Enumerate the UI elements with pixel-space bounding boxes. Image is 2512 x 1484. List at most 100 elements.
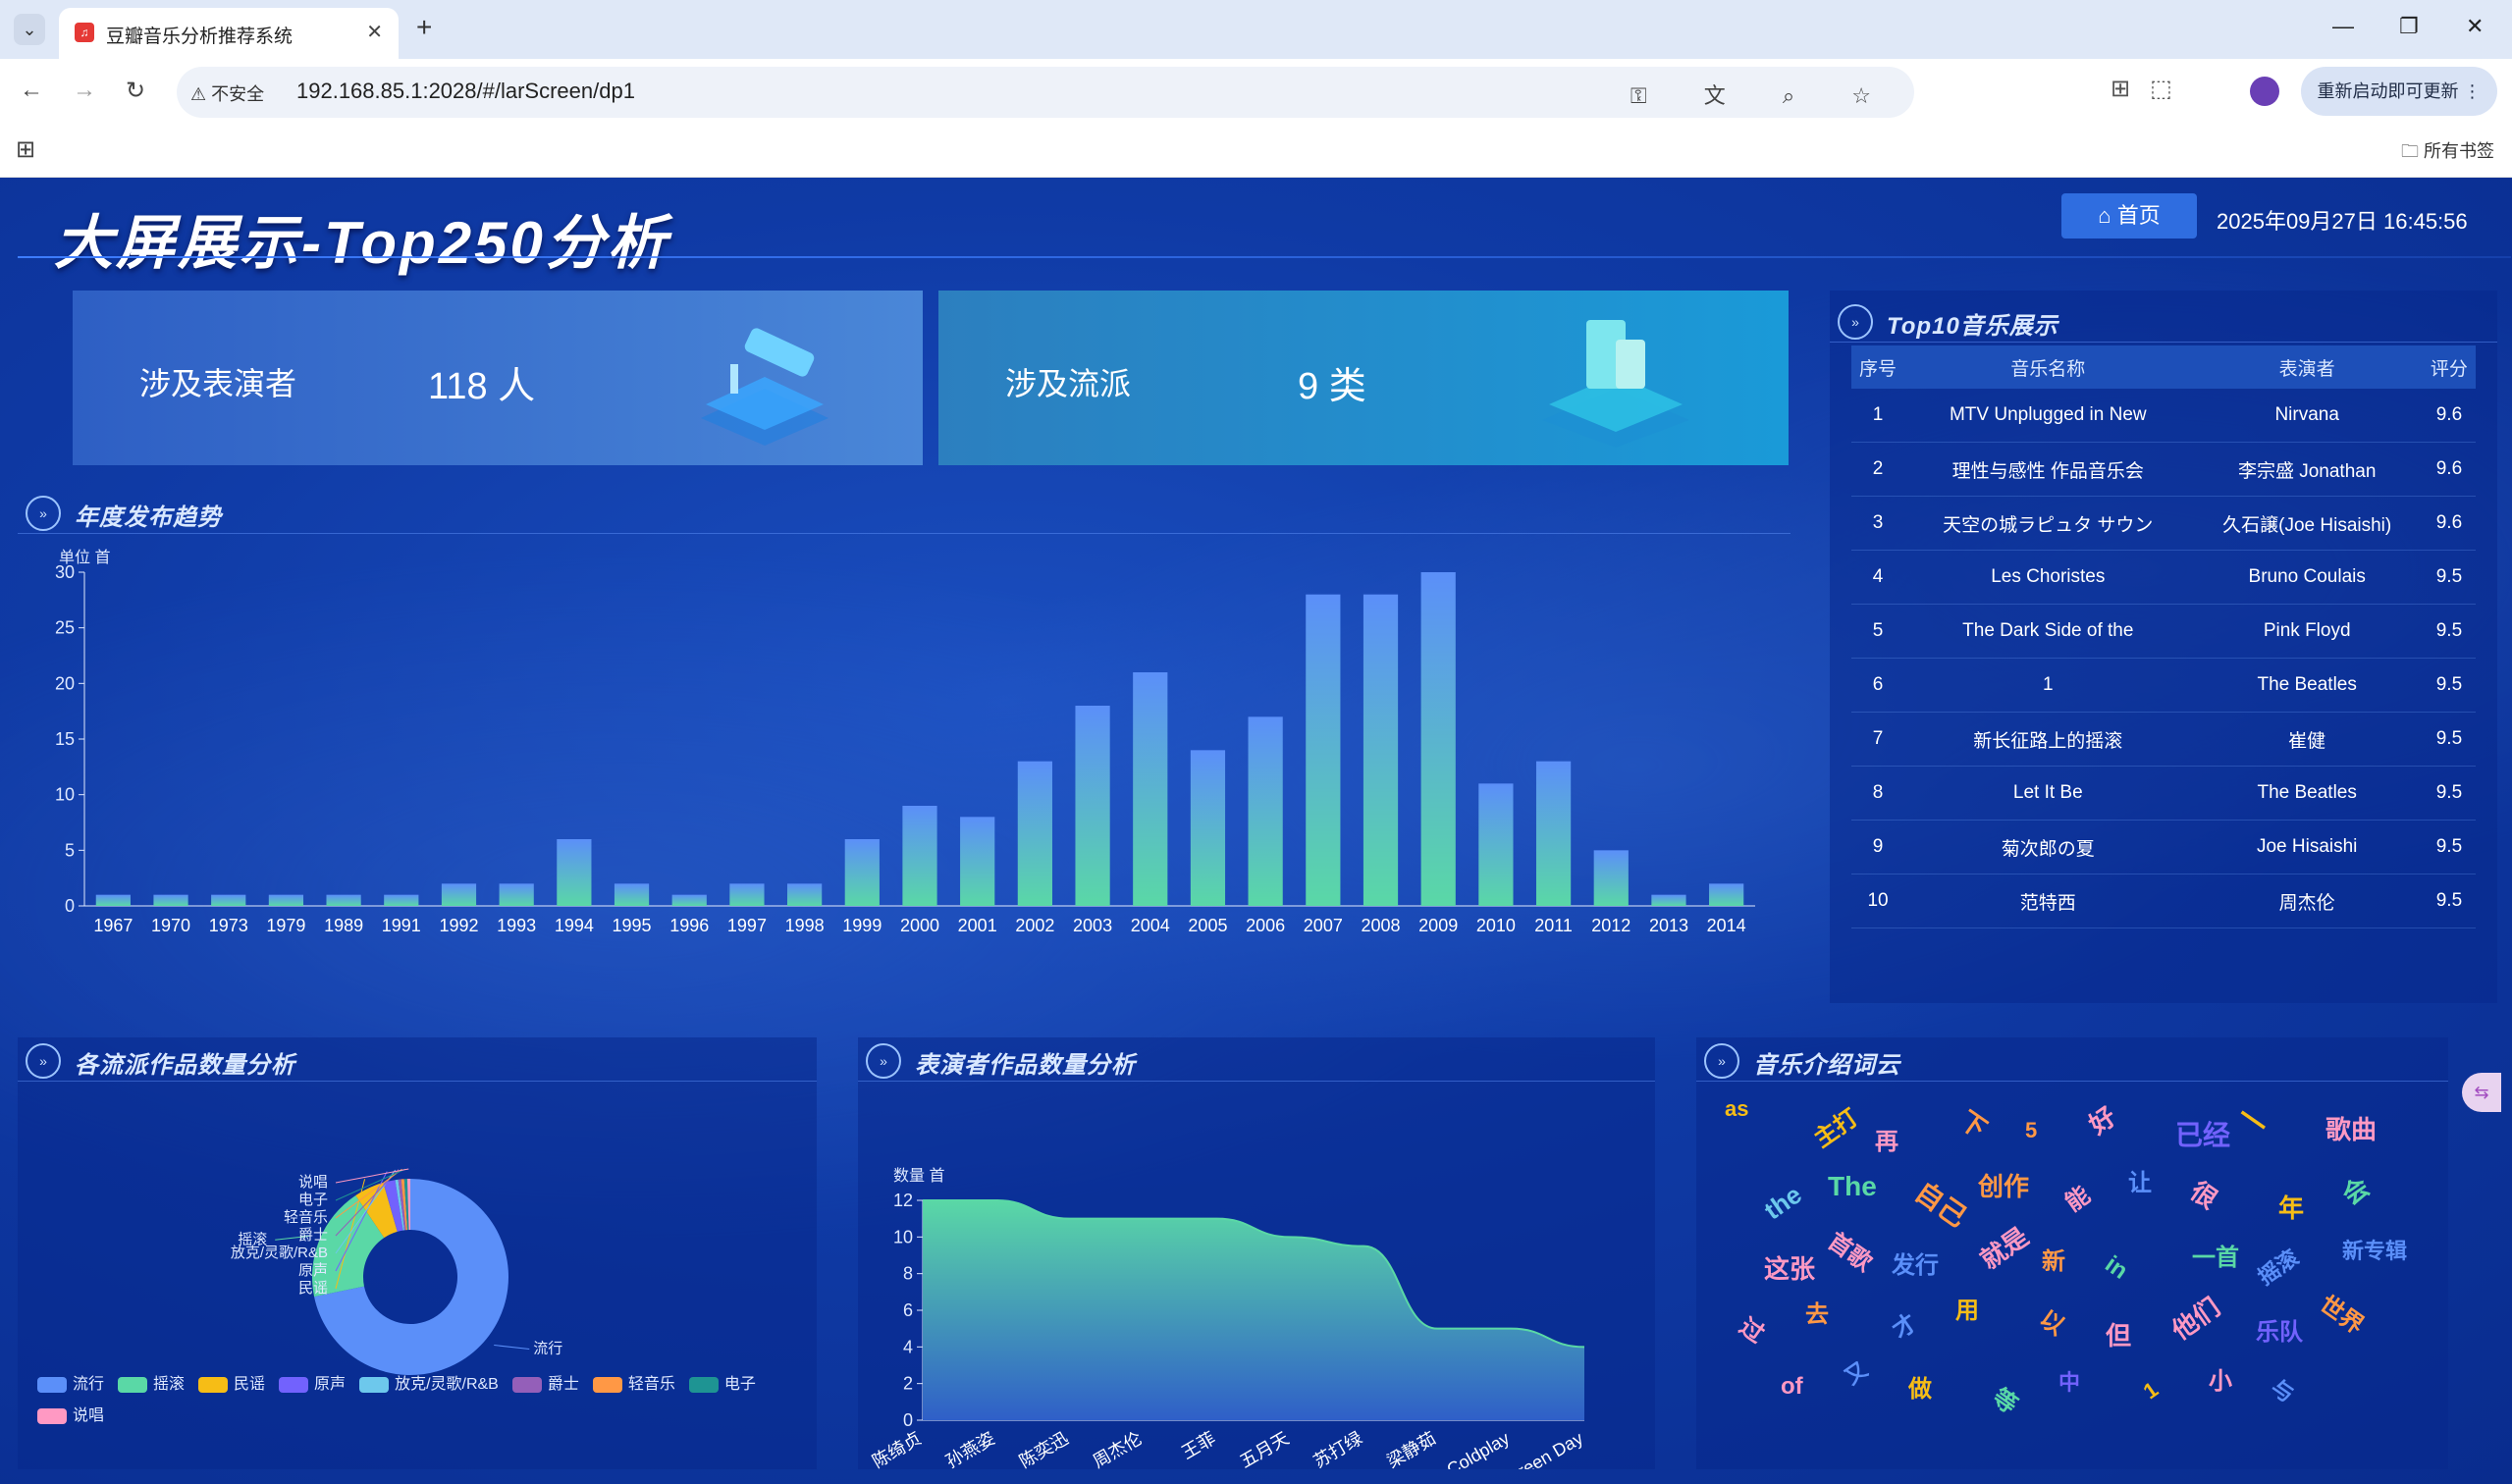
legend-item[interactable]: 轻音乐 — [592, 1369, 675, 1401]
stat-card-genres: 涉及流派 9 类 — [938, 291, 1789, 465]
table-row[interactable]: 9 菊次郎の夏 Joe Hisaishi 9.5 — [1851, 820, 2476, 874]
x-tick-label: 1973 — [209, 916, 248, 935]
legend-item[interactable]: 放克/灵歌/R&B — [359, 1369, 499, 1401]
new-tab-icon[interactable]: + — [416, 12, 432, 43]
legend-swatch — [118, 1376, 148, 1393]
panel-arrow-icon: » — [866, 1043, 901, 1079]
table-row[interactable]: 5 The Dark Side of the Pink Floyd 9.5 — [1851, 604, 2476, 659]
cloud-word: 首歌 — [1822, 1228, 1877, 1277]
legend-label: 原声 — [314, 1376, 347, 1393]
back-icon[interactable]: ← — [20, 77, 43, 104]
table-row[interactable]: 8 Let It Be The Beatles 9.5 — [1851, 766, 2476, 821]
legend-item[interactable]: 电子 — [688, 1369, 756, 1401]
legend-label: 放克/灵歌/R&B — [395, 1376, 499, 1393]
legend-item[interactable]: 民谣 — [198, 1369, 265, 1401]
x-tick-label: 周杰伦 — [1090, 1428, 1146, 1469]
table-row[interactable]: 4 Les Choristes Bruno Coulais 9.5 — [1851, 550, 2476, 605]
y-tick-label: 6 — [903, 1300, 913, 1320]
legend-item[interactable]: 说唱 — [37, 1401, 104, 1432]
apps-grid-icon[interactable]: ⊞ — [16, 135, 35, 164]
panel-title: Top10音乐展示 — [1887, 313, 2058, 340]
table-cell: The Dark Side of the — [1904, 604, 2192, 659]
table-row[interactable]: 1 MTV Unplugged in New Nirvana 9.6 — [1851, 389, 2476, 443]
table-row[interactable]: 6 1 The Beatles 9.5 — [1851, 658, 2476, 713]
table-cell: The Beatles — [2191, 766, 2423, 821]
table-cell: 理性与感性 作品音乐会 — [1904, 442, 2192, 497]
not-secure-indicator[interactable]: ⚠ 不安全 — [190, 80, 264, 106]
y-tick-label: 0 — [65, 896, 75, 916]
bar — [1363, 594, 1399, 906]
cloud-word: 会 — [2336, 1171, 2376, 1211]
forward-icon[interactable]: → — [73, 77, 96, 104]
legend-swatch — [37, 1376, 67, 1393]
genre-panel: » 各流派作品数量分析 流行 摇滚 民谣 原声 放克/灵歌/R&B 爵士 轻音乐 电子 说唱 流… — [18, 1037, 817, 1469]
table-row[interactable]: 3 天空の城ラピュタ サウン 久石譲(Joe Hisaishi) 9.6 — [1851, 496, 2476, 551]
all-bookmarks[interactable]: 🗀 所有书签 — [2401, 137, 2494, 169]
y-tick-label: 20 — [55, 673, 75, 693]
x-tick-label: 2009 — [1418, 916, 1458, 935]
cloud-word: 以 — [2034, 1305, 2069, 1341]
cloud-word: 中 — [2058, 1370, 2081, 1395]
home-button[interactable]: ⌂ 首页 — [2061, 193, 2197, 238]
x-tick-label: 2001 — [958, 916, 997, 935]
bar — [1306, 594, 1341, 906]
legend-label: 摇滚 — [153, 1376, 186, 1393]
update-button[interactable]: 重新启动即可更新 ⋮ — [2301, 67, 2497, 116]
stat-value: 118 人 — [428, 366, 536, 407]
translate-badge-icon[interactable]: ⇆ — [2462, 1073, 2501, 1112]
x-tick-label: 2002 — [1015, 916, 1054, 935]
x-tick-label: Coldplay — [1443, 1428, 1513, 1469]
browser-tab[interactable]: ♫ 豆瓣音乐分析推荐系统 ✕ — [59, 8, 399, 59]
extensions-icon[interactable]: ⊞ ⬚ — [2111, 75, 2172, 103]
cloud-word: 才 — [1888, 1309, 1923, 1345]
table-row[interactable]: 10 范特西 周杰伦 9.5 — [1851, 874, 2476, 928]
bar — [557, 839, 592, 906]
browser-tab-bar: ⌄ ♫ 豆瓣音乐分析推荐系统 ✕ + — ❐ ✕ — [0, 0, 2512, 59]
omnibox-actions[interactable]: ⚿ 文 ⌕ ☆ — [1630, 79, 1897, 110]
cloud-word: The — [1828, 1171, 1877, 1201]
table-row[interactable]: 2 理性与感性 作品音乐会 李宗盛 Jonathan 9.6 — [1851, 442, 2476, 497]
close-window-icon[interactable]: ✕ — [2466, 14, 2484, 39]
cloud-word: 一首 — [2192, 1245, 2239, 1271]
bar — [1420, 572, 1456, 906]
bar — [1535, 761, 1572, 906]
cloud-word: 去 — [1805, 1301, 1829, 1328]
cloud-word: 好 — [2083, 1100, 2122, 1140]
y-tick-label: 15 — [55, 729, 75, 749]
url-field[interactable]: ⚠ 不安全 192.168.85.1:2028/#/larScreen/dp1 … — [177, 67, 1914, 118]
x-tick-label: 1979 — [266, 916, 305, 935]
x-tick-label: 1994 — [555, 916, 594, 935]
close-tab-icon[interactable]: ✕ — [366, 20, 383, 44]
x-tick-label: 2003 — [1073, 916, 1112, 935]
legend-item[interactable]: 爵士 — [511, 1369, 579, 1401]
table-cell: 9.6 — [2422, 496, 2476, 551]
panel-arrow-icon: » — [1704, 1043, 1739, 1079]
cloud-word: 小 — [2209, 1368, 2232, 1395]
bar — [326, 894, 361, 906]
minimize-icon[interactable]: — — [2332, 14, 2354, 39]
bar — [729, 883, 765, 906]
tab-search-icon[interactable]: ⌄ — [14, 14, 45, 45]
bar — [1075, 706, 1110, 906]
cloud-word: 很 — [2184, 1175, 2223, 1215]
column-header: 表演者 — [2191, 345, 2423, 389]
pie-label: 爵士 — [298, 1227, 328, 1244]
bookmarks-bar: ⊞ 🗀 所有书签 — [0, 126, 2512, 178]
bar — [787, 883, 823, 906]
legend-item[interactable]: 流行 — [37, 1369, 104, 1401]
table-cell: 7 — [1851, 712, 1905, 767]
x-tick-label: 2007 — [1304, 916, 1343, 935]
legend-item[interactable]: 原声 — [279, 1369, 346, 1401]
pie-label-line — [494, 1345, 530, 1351]
reload-icon[interactable]: ↻ — [126, 77, 145, 105]
x-tick-label: Green Day — [1503, 1428, 1586, 1469]
y-tick-label: 12 — [893, 1191, 913, 1210]
table-row[interactable]: 7 新长征路上的摇滚 崔健 9.5 — [1851, 712, 2476, 767]
profile-avatar[interactable] — [2250, 77, 2279, 106]
legend-label: 民谣 — [234, 1376, 266, 1393]
legend-item[interactable]: 摇滚 — [118, 1369, 185, 1401]
restore-icon[interactable]: ❐ — [2399, 14, 2419, 39]
table-cell: 新长征路上的摇滚 — [1904, 712, 2192, 767]
bar — [384, 894, 419, 906]
table-cell: 2 — [1851, 442, 1905, 497]
